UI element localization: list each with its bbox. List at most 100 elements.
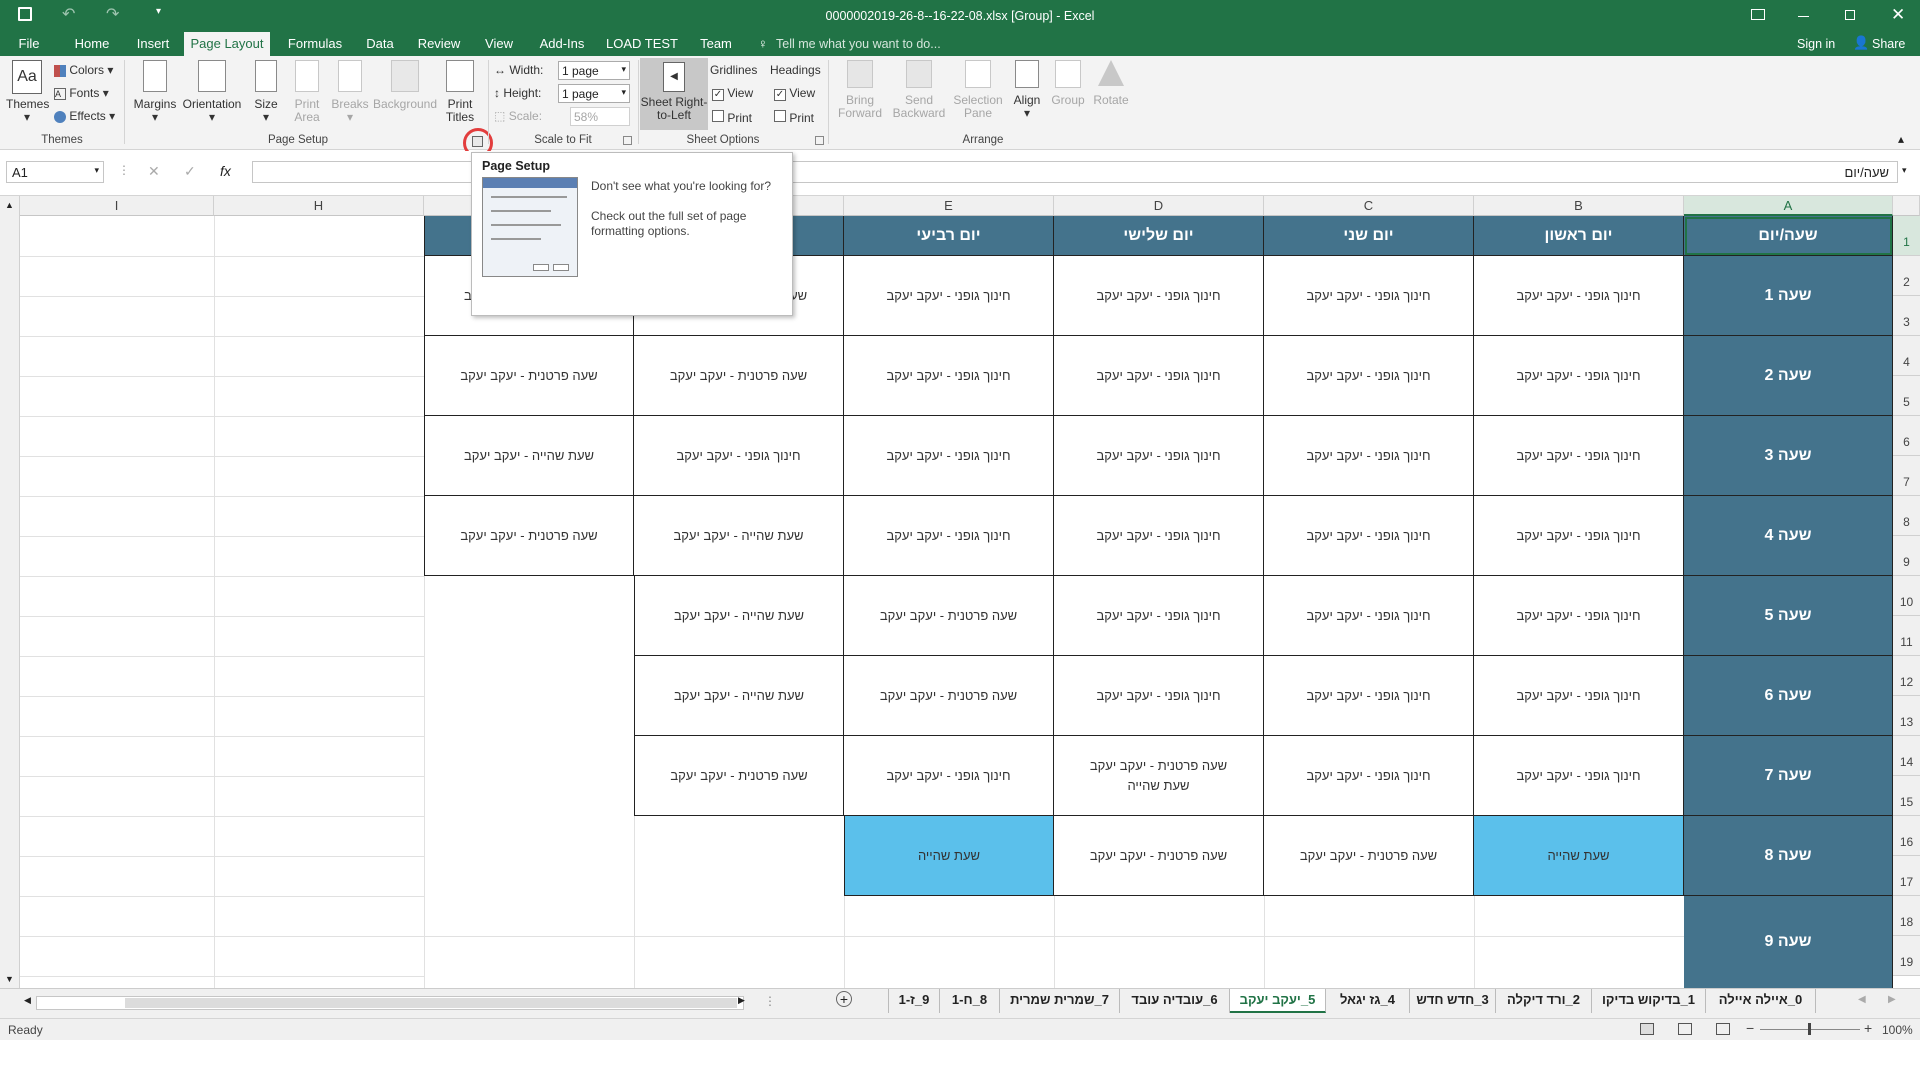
table-cell[interactable]: חינוך גופני - יעקב יעקב	[844, 736, 1054, 816]
column-header-c[interactable]: C	[1264, 196, 1474, 216]
sheet-tab-9[interactable]: 9_ז-1	[888, 989, 940, 1013]
rotate-button[interactable]: Rotate	[1090, 60, 1132, 107]
table-cell[interactable]: שעת שהייה - יעקב יעקב	[424, 416, 634, 496]
row-header-8[interactable]: 8	[1893, 496, 1920, 536]
height-select[interactable]: 1 page ▾	[558, 84, 630, 103]
group-button[interactable]: Group	[1048, 60, 1088, 107]
table-cell[interactable]: חינוך גופני - יעקב יעקב	[1264, 496, 1474, 576]
row-header-1[interactable]: 1	[1893, 216, 1920, 256]
table-cell[interactable]: חינוך גופני - יעקב יעקב	[1264, 656, 1474, 736]
table-cell[interactable]: חינוך גופני - יעקב יעקב	[1264, 736, 1474, 816]
table-cell[interactable]: חינוך גופני - יעקב יעקב	[844, 336, 1054, 416]
scale-to-fit-launcher[interactable]	[623, 136, 632, 145]
column-header-h[interactable]: H	[214, 196, 424, 216]
row-header-10[interactable]: 10	[1893, 576, 1920, 616]
column-header-i[interactable]: I	[20, 196, 214, 216]
table-cell[interactable]: שעת שהייה - יעקב יעקב	[634, 496, 844, 576]
worksheet-grid[interactable]: ▲ ▼ I H G F E D C B A 1 2 3 4 5 6 7 8 9 …	[0, 196, 1920, 988]
print-titles-button[interactable]: Print Titles	[440, 60, 480, 124]
sheet-rtl-button[interactable]: ◀ Sheet Right-to-Left	[640, 58, 708, 130]
table-cell[interactable]: חינוך גופני - יעקב יעקב	[1054, 336, 1264, 416]
row-header-18[interactable]: 18	[1893, 896, 1920, 936]
tab-formulas[interactable]: Formulas	[284, 32, 346, 56]
breaks-button[interactable]: Breaks ▾	[330, 60, 370, 124]
restore-icon[interactable]	[1845, 10, 1855, 20]
headings-print-checkbox[interactable]: Print	[774, 110, 814, 125]
margins-button[interactable]: Margins ▾	[130, 60, 180, 124]
column-header-e[interactable]: E	[844, 196, 1054, 216]
scale-spinner[interactable]: 58%	[570, 107, 630, 126]
table-cell[interactable]: חינוך גופני - יעקב יעקב	[1054, 656, 1264, 736]
tab-split-icon[interactable]: ⋮	[764, 994, 776, 1008]
row-header-16[interactable]: 16	[1893, 816, 1920, 856]
share-button[interactable]: Share	[1872, 37, 1905, 51]
row-header-9[interactable]: 9	[1893, 536, 1920, 576]
minimize-icon[interactable]	[1798, 16, 1809, 17]
hour-cell-6[interactable]: שעה 6	[1684, 656, 1893, 736]
prev-sheet-icon[interactable]: ◀	[1858, 994, 1866, 1005]
tab-review[interactable]: Review	[414, 32, 464, 56]
table-cell[interactable]: חינוך גופני - יעקב יעקב	[844, 256, 1054, 336]
tab-file[interactable]: File	[8, 32, 50, 56]
name-box[interactable]: A1 ▾	[6, 161, 104, 183]
hour-cell-8[interactable]: שעה 8	[1684, 816, 1893, 896]
next-sheet-icon[interactable]: ▶	[1888, 994, 1896, 1005]
select-all-corner[interactable]	[1893, 196, 1920, 216]
hour-cell-1[interactable]: שעה 1	[1684, 256, 1893, 336]
orientation-button[interactable]: Orientation ▾	[180, 60, 244, 124]
column-header-b[interactable]: B	[1474, 196, 1684, 216]
sheet-tab-4[interactable]: 4_גז יגאל	[1326, 989, 1410, 1013]
table-cell[interactable]: חינוך גופני - יעקב יעקב	[1474, 496, 1684, 576]
hour-cell-5[interactable]: שעה 5	[1684, 576, 1893, 656]
table-cell[interactable]: חינוך גופני - יעקב יעקב	[844, 416, 1054, 496]
row-header-14[interactable]: 14	[1893, 736, 1920, 776]
gridlines-view-checkbox[interactable]: ✓ View	[712, 87, 753, 101]
zoom-in-icon[interactable]: +	[1864, 1020, 1872, 1036]
hour-cell-7[interactable]: שעה 7	[1684, 736, 1893, 816]
send-backward-button[interactable]: Send Backward	[890, 60, 948, 120]
table-cell[interactable]: חינוך גופני - יעקב יעקב	[1474, 416, 1684, 496]
table-cell[interactable]: שעת שהייה - יעקב יעקב	[634, 576, 844, 656]
row-header-19[interactable]: 19	[1893, 936, 1920, 976]
tab-add-ins[interactable]: Add-Ins	[536, 32, 588, 56]
table-cell[interactable]: שעת שהייה - יעקב יעקב	[634, 656, 844, 736]
row-header-3[interactable]: 3	[1893, 296, 1920, 336]
horizontal-scrollbar[interactable]	[36, 996, 744, 1010]
page-setup-dialog-launcher[interactable]	[472, 136, 483, 147]
header-cell-b[interactable]: יום ראשון	[1474, 216, 1684, 256]
ribbon-display-icon[interactable]	[1751, 9, 1765, 20]
sheet-options-launcher[interactable]	[815, 136, 824, 145]
table-cell[interactable]: שעת שהייה	[1474, 816, 1684, 896]
sheet-tab-3[interactable]: 3_חדש חדש	[1410, 989, 1496, 1013]
table-cell[interactable]: שעה פרטנית - יעקב יעקב	[424, 496, 634, 576]
page-layout-view-icon[interactable]	[1678, 1023, 1692, 1035]
width-select[interactable]: 1 page ▾	[558, 61, 630, 80]
normal-view-icon[interactable]	[1640, 1023, 1654, 1035]
sheet-tab-0[interactable]: 0_איילה איילה	[1706, 989, 1816, 1013]
bring-forward-button[interactable]: Bring Forward	[834, 60, 886, 120]
table-cell[interactable]: חינוך גופני - יעקב יעקב	[1474, 656, 1684, 736]
new-sheet-icon[interactable]: +	[836, 991, 852, 1007]
table-cell[interactable]: חינוך גופני - יעקב יעקב	[1264, 416, 1474, 496]
tab-team[interactable]: Team	[696, 32, 736, 56]
row-header-12[interactable]: 12	[1893, 656, 1920, 696]
sheet-tab-2[interactable]: 2_ורד דיקלה	[1496, 989, 1592, 1013]
table-cell[interactable]: שעה פרטנית - יעקב יעקב	[844, 656, 1054, 736]
page-break-view-icon[interactable]	[1716, 1023, 1730, 1035]
size-button[interactable]: Size ▾	[248, 60, 284, 124]
zoom-out-icon[interactable]: −	[1746, 1020, 1754, 1036]
table-cell[interactable]: שעה פרטנית - יעקב יעקב	[424, 336, 634, 416]
themes-button[interactable]: Aa Themes ▾	[6, 60, 49, 124]
tab-view[interactable]: View	[480, 32, 518, 56]
tab-page-layout[interactable]: Page Layout	[184, 32, 270, 56]
vertical-scrollbar[interactable]: ▲ ▼	[0, 196, 20, 988]
sheet-tab-8[interactable]: 8_ח-1	[940, 989, 1000, 1013]
headings-view-checkbox[interactable]: ✓ View	[774, 87, 815, 101]
scroll-left-icon[interactable]: ◀	[24, 995, 31, 1006]
selection-pane-button[interactable]: Selection Pane	[950, 60, 1006, 120]
zoom-slider-thumb[interactable]	[1808, 1023, 1811, 1035]
expand-formula-icon[interactable]: ▾	[1902, 165, 1907, 176]
table-cell[interactable]: חינוך גופני - יעקב יעקב	[1474, 576, 1684, 656]
table-cell[interactable]: שעה פרטנית - יעקב יעקב	[634, 336, 844, 416]
table-cell[interactable]: חינוך גופני - יעקב יעקב	[1474, 256, 1684, 336]
